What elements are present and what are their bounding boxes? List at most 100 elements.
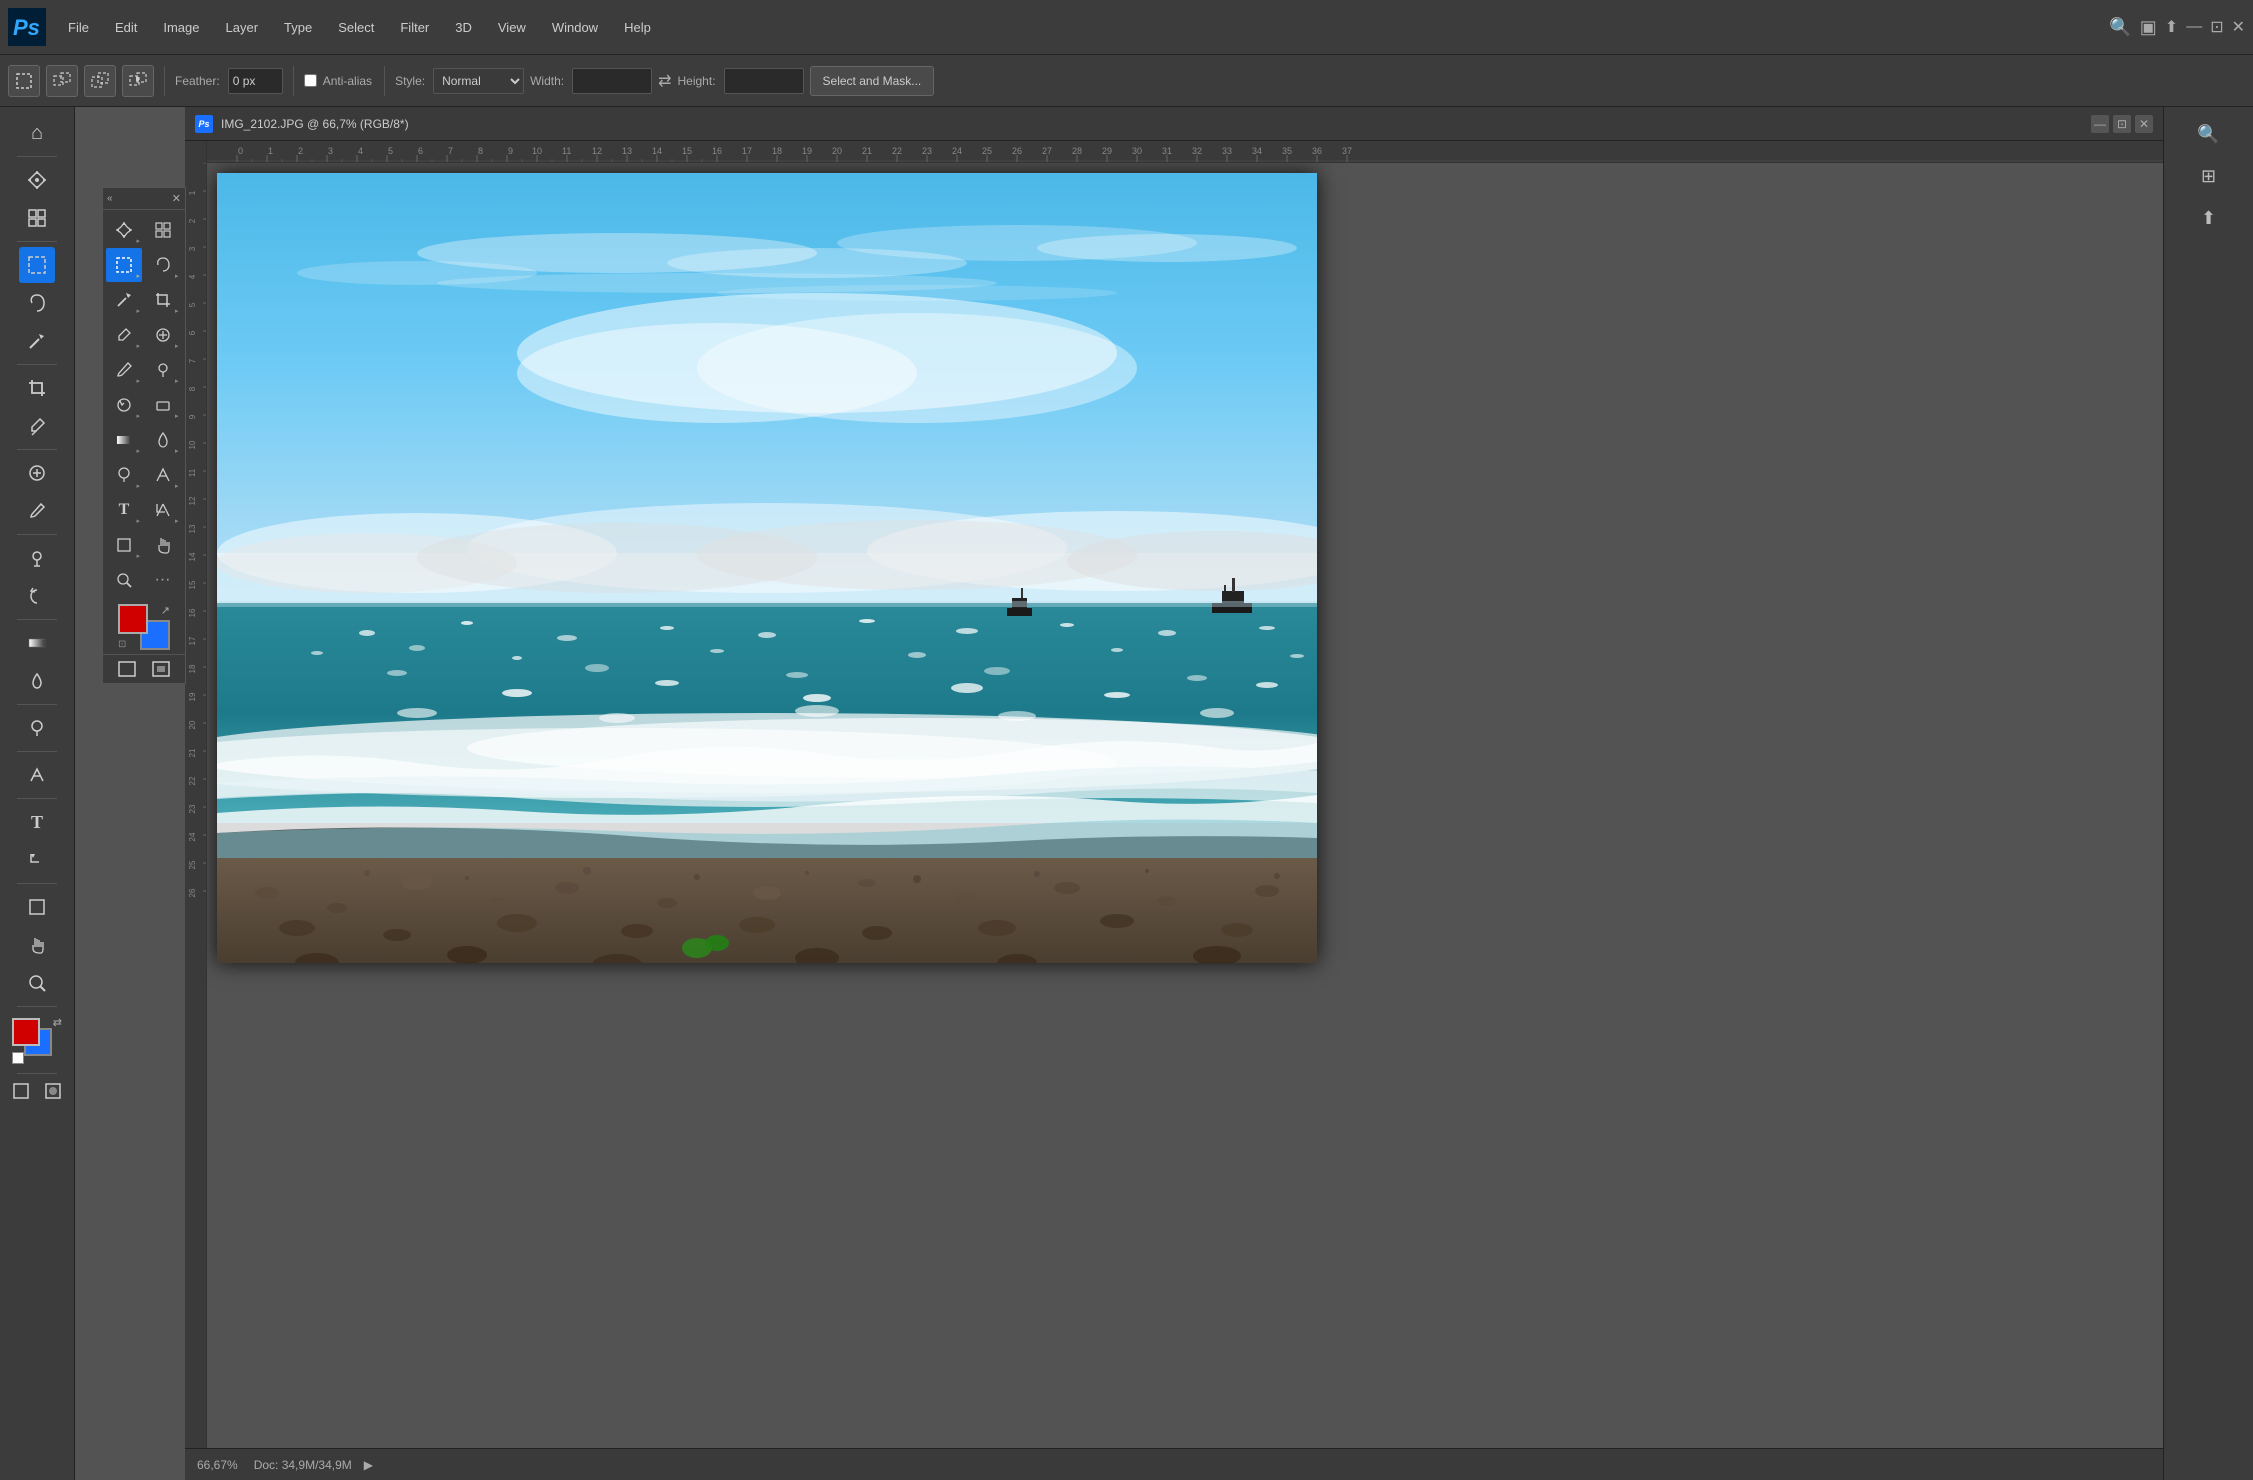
toolbox-quick-mask-mode-btn[interactable]: [147, 658, 175, 680]
right-workspace-btn[interactable]: ⊞: [2190, 157, 2228, 195]
new-selection-btn[interactable]: [8, 65, 40, 97]
zoom-tool-btn[interactable]: [19, 965, 55, 1001]
width-input[interactable]: [572, 68, 652, 94]
menu-filter[interactable]: Filter: [388, 14, 441, 41]
swap-dimensions-icon[interactable]: ⇄: [658, 71, 671, 91]
toolbox-standard-mode-btn[interactable]: [113, 658, 141, 680]
ftb-crop-btn[interactable]: ▸: [145, 283, 181, 317]
foreground-color-swatch[interactable]: [12, 1018, 40, 1046]
ftb-magic-wand-btn[interactable]: ▸: [106, 283, 142, 317]
ftb-history-btn[interactable]: ▸: [106, 388, 142, 422]
crop-tool-btn[interactable]: [19, 370, 55, 406]
ftb-clone-btn[interactable]: ▸: [145, 353, 181, 387]
workspace-icon[interactable]: ▣: [2140, 17, 2157, 38]
svg-text:15: 15: [682, 146, 692, 156]
eyedropper-tool-btn[interactable]: [19, 408, 55, 444]
ftb-blur-btn[interactable]: ▸: [145, 423, 181, 457]
subtract-selection-btn[interactable]: [84, 65, 116, 97]
maximize-icon[interactable]: ⊡: [2210, 17, 2223, 37]
ftb-type-btn[interactable]: T ▸: [106, 493, 142, 527]
doc-minimize-btn[interactable]: —: [2091, 115, 2109, 133]
ftb-extra-btn[interactable]: ···: [145, 563, 181, 597]
svg-text:20: 20: [832, 146, 842, 156]
quick-mask-btn[interactable]: [39, 1079, 67, 1103]
right-share-btn[interactable]: ⬆: [2190, 199, 2228, 237]
ftb-artboard-btn[interactable]: [145, 213, 181, 247]
status-arrow[interactable]: ▶: [364, 1458, 373, 1472]
toolbox-color-wrap[interactable]: ↗ ⊡: [118, 604, 170, 650]
ftb-gradient-btn[interactable]: ▸: [106, 423, 142, 457]
toolbox-close-btn[interactable]: ✕: [172, 192, 181, 205]
select-and-mask-button[interactable]: Select and Mask...: [810, 66, 935, 96]
right-search-btn[interactable]: 🔍: [2190, 115, 2228, 153]
home-btn[interactable]: ⌂: [19, 115, 55, 151]
menu-type[interactable]: Type: [272, 14, 324, 41]
menu-view[interactable]: View: [486, 14, 538, 41]
rect-marquee-tool-btn[interactable]: [19, 247, 55, 283]
shape-tool-btn[interactable]: [19, 889, 55, 925]
history-tool-btn[interactable]: [19, 578, 55, 614]
svg-text:11: 11: [188, 468, 197, 477]
zoom-display[interactable]: 66,67%: [197, 1458, 238, 1472]
menu-edit[interactable]: Edit: [103, 14, 149, 41]
share-icon[interactable]: ⬆: [2165, 17, 2178, 37]
gradient-tool-btn[interactable]: [19, 625, 55, 661]
feather-input[interactable]: [228, 68, 283, 94]
magic-wand-tool-btn[interactable]: [19, 323, 55, 359]
ftb-lasso-btn[interactable]: ▸: [145, 248, 181, 282]
ftb-hand-btn[interactable]: [145, 528, 181, 562]
canvas-image[interactable]: [217, 173, 1317, 963]
type-tool-btn[interactable]: T: [19, 804, 55, 840]
anti-alias-checkbox[interactable]: [304, 74, 317, 87]
ftb-brush-btn[interactable]: ▸: [106, 353, 142, 387]
intersect-selection-btn[interactable]: [122, 65, 154, 97]
menu-layer[interactable]: Layer: [214, 14, 271, 41]
ftb-zoom-btn[interactable]: [106, 563, 142, 597]
ftb-shape-btn[interactable]: ▸: [106, 528, 142, 562]
svg-text:37: 37: [1342, 146, 1352, 156]
search-icon[interactable]: 🔍: [2109, 17, 2131, 38]
artboard-tool-btn[interactable]: [19, 200, 55, 236]
height-input[interactable]: [724, 68, 804, 94]
ftb-eraser-btn[interactable]: ▸: [145, 388, 181, 422]
add-selection-btn[interactable]: [46, 65, 78, 97]
menu-select[interactable]: Select: [326, 14, 386, 41]
minimize-icon[interactable]: —: [2186, 18, 2202, 36]
doc-close-btn[interactable]: ✕: [2135, 115, 2153, 133]
reset-colors-icon[interactable]: [12, 1052, 24, 1064]
lasso-tool-btn[interactable]: [19, 285, 55, 321]
clone-tool-btn[interactable]: [19, 540, 55, 576]
menu-help[interactable]: Help: [612, 14, 663, 41]
blur-tool-btn[interactable]: [19, 663, 55, 699]
ftb-move-btn[interactable]: ▸: [106, 213, 142, 247]
ftb-pen-btn[interactable]: ▸: [145, 458, 181, 492]
canvas-viewport[interactable]: [207, 163, 2163, 1448]
ftb-healing-btn[interactable]: ▸: [145, 318, 181, 352]
path-select-tool-btn[interactable]: [19, 842, 55, 878]
toolbox-collapse-arrow[interactable]: «: [107, 193, 113, 204]
color-swatches[interactable]: ⇄: [12, 1016, 62, 1064]
menu-image[interactable]: Image: [151, 14, 211, 41]
ftb-rect-marquee-btn[interactable]: ▸: [106, 248, 142, 282]
hand-tool-btn[interactable]: [19, 927, 55, 963]
ftb-dodge-btn[interactable]: ▸: [106, 458, 142, 492]
close-icon[interactable]: ✕: [2232, 17, 2245, 37]
toolbox-swap-color-icon[interactable]: ↗: [161, 604, 170, 617]
menu-file[interactable]: File: [56, 14, 101, 41]
pen-tool-btn[interactable]: [19, 757, 55, 793]
dodge-tool-btn[interactable]: [19, 710, 55, 746]
style-select[interactable]: Normal Fixed Ratio Fixed Size: [433, 68, 524, 94]
toolbox-fg-color[interactable]: [118, 604, 148, 634]
doc-maximize-btn[interactable]: ⊡: [2113, 115, 2131, 133]
swap-colors-icon[interactable]: ⇄: [53, 1016, 62, 1029]
menu-window[interactable]: Window: [540, 14, 610, 41]
toolbox-reset-color-btn[interactable]: ⊡: [118, 639, 126, 650]
healing-tool-btn[interactable]: [19, 455, 55, 491]
ftb-eyedropper-btn[interactable]: ▸: [106, 318, 142, 352]
brush-tool-btn[interactable]: [19, 493, 55, 529]
standard-mode-btn[interactable]: [7, 1079, 35, 1103]
ftb-path-select-btn[interactable]: ▸: [145, 493, 181, 527]
move-tool-btn[interactable]: [19, 162, 55, 198]
toolbox-header[interactable]: « ✕: [103, 188, 185, 210]
menu-3d[interactable]: 3D: [443, 14, 484, 41]
